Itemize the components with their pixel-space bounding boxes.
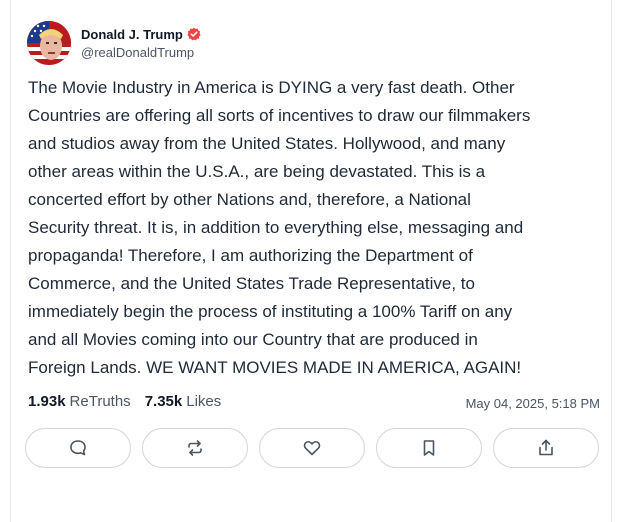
- reply-button[interactable]: [25, 428, 131, 468]
- retruths-label[interactable]: ReTruths: [70, 393, 131, 410]
- left-divider: [10, 0, 11, 522]
- post-stats: 1.93k ReTruths 7.35k Likes: [28, 393, 221, 410]
- bookmark-icon: [419, 438, 439, 458]
- share-button[interactable]: [493, 428, 599, 468]
- post-page: Donald J. Trump @realDonaldTrump The Mov…: [0, 0, 622, 522]
- retruth-button[interactable]: [142, 428, 248, 468]
- likes-label[interactable]: Likes: [186, 393, 221, 410]
- post-body-text: The Movie Industry in America is DYING a…: [28, 78, 531, 377]
- reply-icon: [68, 438, 88, 458]
- retruth-icon: [185, 438, 205, 458]
- retruths-count[interactable]: 1.93k: [28, 393, 66, 410]
- action-bar: [25, 428, 610, 468]
- avatar[interactable]: [27, 21, 71, 65]
- author-handle[interactable]: @realDonaldTrump: [81, 45, 201, 60]
- right-divider: [611, 0, 612, 522]
- bookmark-button[interactable]: [376, 428, 482, 468]
- post-header: Donald J. Trump @realDonaldTrump: [27, 21, 201, 65]
- author-info: Donald J. Trump @realDonaldTrump: [81, 27, 201, 60]
- post-timestamp[interactable]: May 04, 2025, 5:18 PM: [466, 396, 600, 411]
- name-row: Donald J. Trump: [81, 27, 201, 42]
- verified-badge-icon: [187, 27, 201, 41]
- likes-count[interactable]: 7.35k: [145, 393, 183, 410]
- like-button[interactable]: [259, 428, 365, 468]
- display-name[interactable]: Donald J. Trump: [81, 27, 183, 42]
- share-icon: [536, 438, 556, 458]
- like-icon: [302, 438, 322, 458]
